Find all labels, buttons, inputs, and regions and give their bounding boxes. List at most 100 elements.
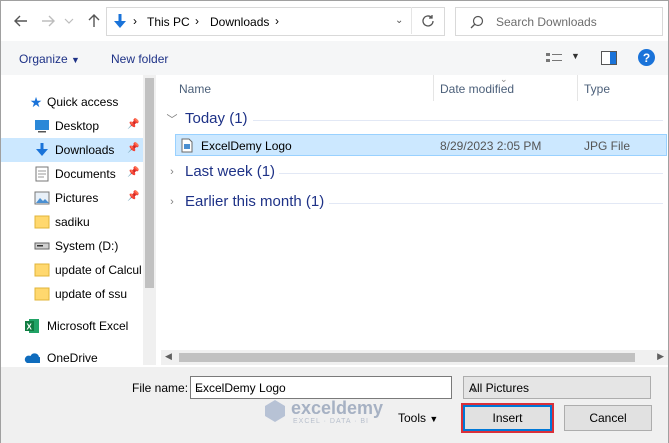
- sidebar-item-label: update of Calcul: [55, 263, 142, 277]
- documents-icon: [34, 166, 50, 182]
- caret-down-icon: ▼: [429, 414, 439, 424]
- navigation-pane: ★ Quick access Desktop 📌 Downloads 📌 Doc…: [1, 75, 156, 365]
- group-divider: [253, 120, 663, 121]
- sidebar-item-documents[interactable]: Documents 📌: [1, 162, 143, 186]
- file-name-label: File name:: [132, 381, 189, 395]
- search-box[interactable]: Search Downloads: [455, 7, 663, 36]
- new-folder-button[interactable]: New folder: [111, 52, 168, 66]
- sidebar-item-label: Documents: [55, 167, 116, 181]
- column-header-name[interactable]: Name: [179, 82, 211, 96]
- chevron-down-icon[interactable]: ⌄: [195, 381, 445, 395]
- refresh-button[interactable]: [411, 7, 444, 34]
- cancel-label: Cancel: [589, 411, 627, 425]
- view-options-button[interactable]: ▼: [545, 51, 585, 65]
- forward-button[interactable]: [38, 11, 58, 31]
- group-divider: [279, 173, 663, 174]
- sidebar-item-sadiku[interactable]: sadiku: [1, 210, 143, 234]
- sidebar-item-system-d[interactable]: System (D:): [1, 234, 143, 258]
- insert-button[interactable]: Insert: [461, 403, 554, 433]
- chevron-down-icon: [64, 18, 74, 24]
- group-today[interactable]: ﹀ Today (1): [165, 110, 248, 127]
- pin-icon: 📌: [127, 167, 140, 178]
- insert-picture-dialog: › This PC › Downloads › ⌄ Search Downloa…: [0, 0, 669, 443]
- sidebar-item-label: Desktop: [55, 119, 100, 133]
- folder-icon: [34, 262, 50, 278]
- organize-label: Organize: [19, 52, 68, 66]
- sidebar-item-downloads[interactable]: Downloads 📌: [1, 138, 143, 162]
- sidebar-item-update-of-calcul[interactable]: update of Calcul: [1, 258, 143, 282]
- back-arrow-icon: [14, 15, 27, 27]
- file-type: JPG File: [584, 139, 631, 153]
- svg-text:X: X: [27, 323, 33, 332]
- chevron-right-icon: ›: [195, 14, 199, 28]
- chevron-right-icon: ›: [133, 14, 137, 28]
- sidebar-item-label: Downloads: [55, 143, 115, 157]
- chevron-right-icon: ›: [170, 165, 174, 178]
- breadcrumb-downloads[interactable]: Downloads: [210, 15, 269, 29]
- sidebar-item-microsoft-excel[interactable]: X Microsoft Excel: [1, 314, 143, 338]
- address-bar[interactable]: › This PC › Downloads › ⌄: [106, 7, 445, 36]
- preview-pane-button[interactable]: [601, 51, 617, 68]
- exceldemy-watermark: exceldemy EXCEL · DATA · BI: [263, 396, 413, 430]
- column-header-type[interactable]: Type: [584, 82, 610, 96]
- jpg-file-icon: [181, 138, 193, 153]
- sidebar-item-label: System (D:): [55, 239, 119, 253]
- organize-menu[interactable]: Organize ▼: [19, 52, 80, 66]
- scroll-left-icon[interactable]: ◀: [165, 351, 172, 362]
- file-type-filter[interactable]: All Pictures ⌄: [463, 376, 651, 399]
- pin-icon: 📌: [127, 143, 140, 154]
- excel-icon: X: [24, 318, 40, 334]
- column-divider: [577, 75, 578, 101]
- address-history-dropdown-icon[interactable]: ⌄: [395, 15, 403, 26]
- horizontal-scrollbar-thumb[interactable]: [179, 353, 635, 362]
- horizontal-scrollbar[interactable]: ◀ ▶: [161, 350, 668, 365]
- group-label: Today (1): [185, 110, 248, 127]
- command-toolbar: Organize ▼ New folder ▼ ?: [1, 41, 668, 75]
- star-icon: ★: [29, 93, 43, 110]
- file-date: 8/29/2023 2:05 PM: [440, 139, 542, 153]
- sidebar-item-update-of-ssu[interactable]: update of ssu: [1, 282, 143, 306]
- help-button[interactable]: ?: [638, 49, 655, 66]
- sidebar-item-pictures[interactable]: Pictures 📌: [1, 186, 143, 210]
- watermark-text: exceldemy: [291, 398, 384, 418]
- up-arrow-icon: [88, 14, 100, 27]
- drive-icon: [34, 238, 50, 254]
- column-header-date-modified[interactable]: Date modified: [440, 82, 514, 96]
- forward-arrow-icon: [42, 15, 55, 27]
- tools-menu[interactable]: Tools ▼: [398, 411, 438, 425]
- group-label: Last week (1): [185, 163, 276, 180]
- preview-pane-icon: [601, 51, 617, 65]
- search-icon: [470, 15, 484, 29]
- group-earlier-this-month[interactable]: › Earlier this month (1): [165, 193, 324, 210]
- view-list-icon: [546, 53, 562, 62]
- download-icon: [34, 142, 50, 158]
- download-icon: [114, 14, 126, 28]
- watermark-subtext: EXCEL · DATA · BI: [293, 418, 369, 425]
- file-row-exceldemy-logo[interactable]: ExcelDemy Logo 8/29/2023 2:05 PM JPG Fil…: [175, 134, 667, 156]
- pin-icon: 📌: [127, 119, 140, 130]
- up-button[interactable]: [84, 11, 104, 31]
- onedrive-icon: [24, 350, 40, 365]
- insert-label: Insert: [492, 411, 523, 425]
- cancel-button[interactable]: Cancel: [564, 405, 652, 431]
- sidebar-item-desktop[interactable]: Desktop 📌: [1, 114, 143, 138]
- search-placeholder: Search Downloads: [496, 15, 597, 29]
- scroll-right-icon[interactable]: ▶: [657, 351, 664, 362]
- help-icon: ?: [642, 50, 651, 65]
- sidebar-item-label: Microsoft Excel: [47, 319, 129, 333]
- caret-down-icon: ▼: [571, 51, 580, 61]
- chevron-down-icon: ﹀: [166, 113, 178, 126]
- folder-icon: [34, 286, 50, 302]
- file-list: Name ⌄ Date modified Type ﹀ Today (1) Ex…: [161, 74, 668, 355]
- group-last-week[interactable]: › Last week (1): [165, 163, 275, 180]
- sidebar-scrollbar-thumb[interactable]: [145, 78, 154, 288]
- folder-icon: [34, 214, 50, 230]
- recent-locations-button[interactable]: [62, 11, 76, 31]
- refresh-icon: [422, 14, 434, 27]
- chevron-right-icon: ›: [170, 195, 174, 208]
- back-button[interactable]: [11, 11, 31, 31]
- sidebar-scrollbar[interactable]: [143, 75, 156, 365]
- sidebar-item-onedrive[interactable]: OneDrive: [1, 346, 143, 365]
- breadcrumb-this-pc[interactable]: This PC: [147, 15, 190, 29]
- sidebar-item-quick-access[interactable]: ★ Quick access: [1, 90, 143, 114]
